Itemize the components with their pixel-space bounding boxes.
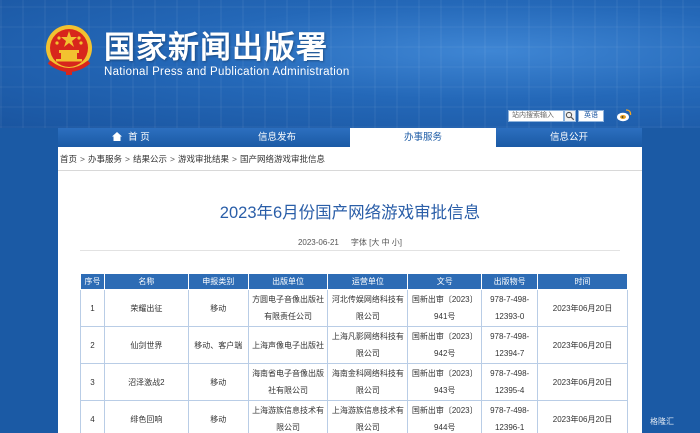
cell-operator: 上海游族信息技术有限公司	[327, 400, 409, 433]
cell-doc-number: 国新出审〔2023〕942号	[407, 326, 483, 364]
approval-table: 序号 名称 申报类别 出版单位 运营单位 文号 出版物号 时间 1 荣耀出征 移…	[80, 273, 628, 433]
breadcrumb-results[interactable]: 结果公示	[133, 154, 167, 164]
search-input[interactable]: 站内搜索输入	[508, 110, 564, 122]
table-header-row: 序号 名称 申报类别 出版单位 运营单位 文号 出版物号 时间	[80, 273, 628, 290]
font-size-close: ]	[399, 238, 403, 247]
article-meta: 2023-06-21 字体 [大 中 小]	[58, 237, 642, 248]
org-name-cn: 国家新闻出版署	[104, 30, 328, 66]
cell-name: 仙剑世界	[103, 326, 189, 364]
table-row: 2 仙剑世界 移动、客户端 上海声像电子出版社 上海凡影网络科技有限公司 国新出…	[80, 326, 628, 364]
cell-category: 移动	[187, 400, 249, 433]
home-icon	[112, 132, 123, 141]
cell-category: 移动	[187, 289, 249, 327]
cell-operator: 河北传娱网络科技有限公司	[327, 289, 409, 327]
table-row: 3 沼泽激战2 移动 海南省电子音像出版社有限公司 海南金科网络科技有限公司 国…	[80, 363, 628, 401]
weibo-icon[interactable]	[616, 108, 632, 122]
cell-publisher: 海南省电子音像出版社有限公司	[247, 363, 329, 401]
cell-date: 2023年06月20日	[537, 400, 628, 433]
cell-index: 4	[80, 400, 105, 433]
breadcrumb-domestic-games[interactable]: 国产网络游戏审批信息	[240, 154, 325, 164]
font-size-label: 字体 [	[350, 238, 372, 247]
cell-date: 2023年06月20日	[537, 289, 628, 327]
publish-date: 2023-06-21	[297, 238, 339, 247]
header-isbn: 出版物号	[481, 273, 539, 290]
breadcrumb-home[interactable]: 首页	[60, 154, 77, 164]
font-size-small[interactable]: 小	[392, 238, 400, 247]
table-row: 1 荣耀出征 移动 方圆电子音像出版社有限责任公司 河北传娱网络科技有限公司 国…	[80, 289, 628, 327]
language-button[interactable]: 英语	[578, 110, 604, 122]
breadcrumb-game-approval[interactable]: 游戏审批结果	[178, 154, 229, 164]
main-content: 首页 > 办事服务 > 结果公示 > 游戏审批结果 > 国产网络游戏审批信息 2023年6月份国…	[58, 147, 642, 433]
header-name: 名称	[103, 273, 189, 290]
cell-date: 2023年06月20日	[537, 326, 628, 364]
breadcrumb-services[interactable]: 办事服务	[88, 154, 122, 164]
nav-info-disclosure[interactable]: 信息公开	[496, 128, 642, 147]
breadcrumb: 首页 > 办事服务 > 结果公示 > 游戏审批结果 > 国产网络游戏审批信息	[60, 153, 325, 167]
national-emblem-icon	[46, 25, 92, 75]
cell-publisher: 方圆电子音像出版社有限责任公司	[247, 289, 329, 327]
font-size-large[interactable]: 大	[371, 238, 379, 247]
cell-isbn: 978-7-498-12393-0	[481, 289, 539, 327]
cell-isbn: 978-7-498-12394-7	[481, 326, 539, 364]
cell-operator: 海南金科网络科技有限公司	[327, 363, 409, 401]
cell-date: 2023年06月20日	[537, 363, 628, 401]
cell-isbn: 978-7-498-12396-1	[481, 400, 539, 433]
cell-index: 1	[80, 289, 105, 327]
header-index: 序号	[80, 273, 105, 290]
header-doc-number: 文号	[407, 273, 483, 290]
cell-doc-number: 国新出审〔2023〕944号	[407, 400, 483, 433]
search-button[interactable]	[564, 110, 576, 122]
cell-publisher: 上海游族信息技术有限公司	[247, 400, 329, 433]
header-date: 时间	[537, 273, 628, 290]
breadcrumb-separator: >	[80, 154, 85, 164]
meta-divider	[80, 250, 620, 251]
header-operator: 运营单位	[327, 273, 409, 290]
breadcrumb-separator: >	[169, 154, 175, 164]
nav-info-release[interactable]: 信息发布	[204, 128, 350, 147]
cell-doc-number: 国新出审〔2023〕941号	[407, 289, 483, 327]
cell-isbn: 978-7-498-12395-4	[481, 363, 539, 401]
breadcrumb-separator: >	[231, 154, 237, 164]
cell-index: 3	[80, 363, 105, 401]
font-size-medium[interactable]: 中	[382, 238, 390, 247]
page-title: 2023年6月份国产网络游戏审批信息	[219, 204, 481, 222]
cell-name: 沼泽激战2	[103, 363, 189, 401]
cell-name: 荣耀出征	[103, 289, 189, 327]
cell-operator: 上海凡影网络科技有限公司	[327, 326, 409, 364]
cell-category: 移动、客户端	[187, 326, 249, 364]
nav-home[interactable]: 首 页	[58, 128, 204, 147]
search-icon	[565, 111, 575, 121]
watermark-logo: 格隆汇	[650, 417, 674, 426]
cell-doc-number: 国新出审〔2023〕943号	[407, 363, 483, 401]
cell-index: 2	[80, 326, 105, 364]
nav-services[interactable]: 办事服务	[350, 128, 496, 147]
header-banner: 国家新闻出版署 National Press and Publication A…	[0, 0, 700, 128]
table-row: 4 绯色回响 移动 上海游族信息技术有限公司 上海游族信息技术有限公司 国新出审…	[80, 400, 628, 433]
breadcrumb-separator: >	[125, 154, 130, 164]
org-name-en: National Press and Publication Administr…	[104, 66, 350, 78]
breadcrumb-divider	[58, 170, 642, 171]
cell-category: 移动	[187, 363, 249, 401]
header-category: 申报类别	[187, 273, 249, 290]
cell-name: 绯色回响	[103, 400, 189, 433]
nav-home-label: 首 页	[128, 132, 150, 143]
cell-publisher: 上海声像电子出版社	[247, 326, 329, 364]
main-nav: 首 页 信息发布 办事服务 信息公开	[58, 128, 642, 147]
header-publisher: 出版单位	[247, 273, 329, 290]
